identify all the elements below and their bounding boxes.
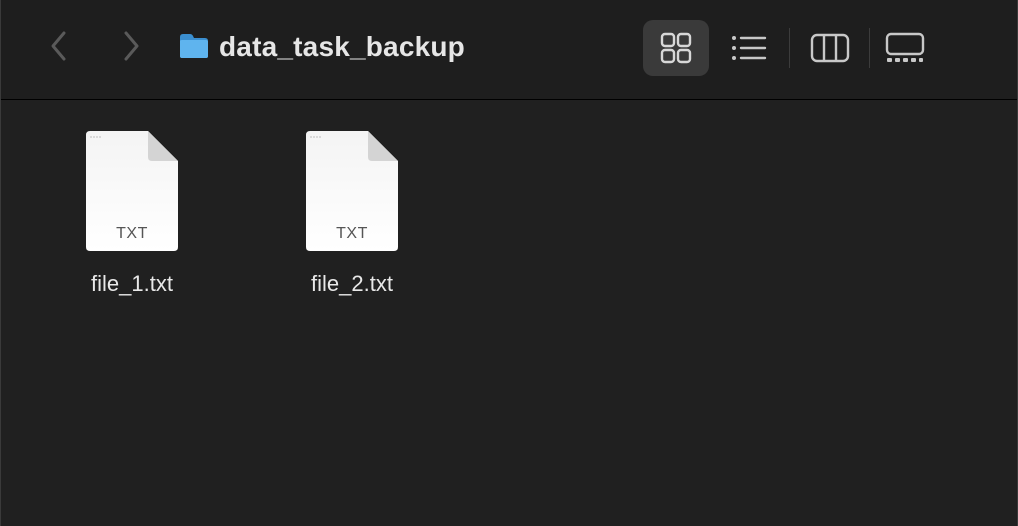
file-name: file_2.txt [311, 271, 393, 296]
file-extension-label: TXT [336, 225, 368, 242]
chevron-left-icon [51, 31, 66, 61]
gallery-icon [885, 32, 925, 62]
text-document-icon: TXT [306, 131, 398, 251]
back-button[interactable] [41, 28, 77, 64]
toolbar-divider [869, 28, 870, 68]
toolbar: data_task_backup [1, 0, 1017, 100]
view-columns-button[interactable] [799, 20, 861, 76]
grid-icon [660, 32, 692, 64]
folder-icon [180, 34, 208, 58]
file-extension-label: TXT [116, 225, 148, 242]
window-title: data_task_backup [219, 31, 465, 62]
view-icons-button[interactable] [643, 20, 709, 76]
file-grid: TXT file_1.txt TXT file_2.txt [1, 101, 1017, 526]
view-gallery-button[interactable] [875, 20, 935, 76]
finder-window: data_task_backup TXT file_1.txt TXT file… [0, 0, 1018, 526]
file-item[interactable]: TXT file_1.txt [62, 131, 202, 297]
file-name: file_1.txt [91, 271, 173, 296]
columns-icon [810, 33, 850, 63]
chevron-right-icon [124, 31, 139, 61]
list-icon [732, 36, 767, 60]
text-document-icon: TXT [86, 131, 178, 251]
file-item[interactable]: TXT file_2.txt [282, 131, 422, 297]
view-list-button[interactable] [719, 20, 779, 76]
forward-button[interactable] [113, 28, 149, 64]
toolbar-divider [789, 28, 790, 68]
